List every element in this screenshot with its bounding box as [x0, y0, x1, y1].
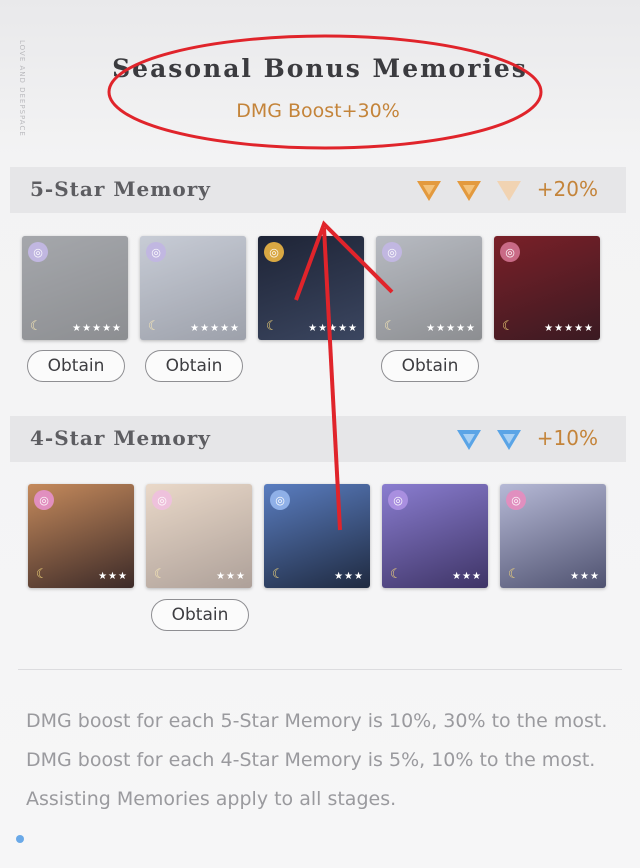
- four-star-label: 4-Star Memory: [30, 426, 211, 450]
- four-star-tier-icon-2: [497, 430, 521, 450]
- element-badge-icon: ◎: [506, 490, 526, 510]
- total-dmg-boost: DMG Boost+30%: [236, 100, 400, 122]
- four-star-memory-card[interactable]: ◎ ☾ ★★★: [500, 484, 606, 588]
- moon-icon: ☾: [154, 567, 166, 582]
- four-star-memory-card[interactable]: ◎ ☾ ★★★: [382, 484, 488, 588]
- element-badge-icon: ◎: [388, 490, 408, 510]
- description-line-1: DMG boost for each 5-Star Memory is 10%,…: [26, 710, 608, 771]
- element-badge-icon: ◎: [500, 242, 520, 262]
- element-badge-icon: ◎: [264, 242, 284, 262]
- obtain-button[interactable]: Obtain: [27, 350, 125, 382]
- rarity-stars: ★★★: [98, 571, 128, 582]
- four-star-header: 4-Star Memory +10%: [10, 416, 626, 462]
- five-star-tier-icon-1: [417, 181, 441, 201]
- element-badge-icon: ◎: [146, 242, 166, 262]
- moon-icon: ☾: [384, 319, 396, 334]
- description-line-2: Assisting Memories apply to all stages.: [26, 788, 397, 810]
- element-badge-icon: ◎: [28, 242, 48, 262]
- memory-portrait: [22, 236, 128, 340]
- five-star-header: 5-Star Memory +20%: [10, 167, 626, 213]
- memory-portrait: [140, 236, 246, 340]
- element-badge-icon: ◎: [382, 242, 402, 262]
- four-star-tier-icon-1: [457, 430, 481, 450]
- five-star-tier-icon-2: [457, 181, 481, 201]
- rarity-stars: ★★★: [452, 571, 482, 582]
- five-star-bonus: +20%: [536, 177, 598, 201]
- page-title: Seasonal Bonus Memories: [112, 54, 528, 83]
- five-star-memory-card[interactable]: ◎ ☾ ★★★★★: [140, 236, 246, 340]
- five-star-tier-icon-3: [497, 181, 521, 201]
- rarity-stars: ★★★★★: [190, 323, 240, 334]
- element-badge-icon: ◎: [34, 490, 54, 510]
- annotation-circle: [107, 34, 543, 150]
- obtain-button[interactable]: Obtain: [381, 350, 479, 382]
- moon-icon: ☾: [266, 319, 278, 334]
- rarity-stars: ★★★★★: [308, 323, 358, 334]
- five-star-memory-card[interactable]: ◎ ☾ ★★★★★: [258, 236, 364, 340]
- rarity-stars: ★★★★★: [426, 323, 476, 334]
- five-star-label: 5-Star Memory: [30, 177, 211, 201]
- four-star-memory-card[interactable]: ◎ ☾ ★★★: [264, 484, 370, 588]
- moon-icon: ☾: [30, 319, 42, 334]
- moon-icon: ☾: [148, 319, 160, 334]
- moon-icon: ☾: [36, 567, 48, 582]
- four-star-memory-card[interactable]: ◎ ☾ ★★★: [146, 484, 252, 588]
- bonus-panel: LOVE AND DEEPSPACE Seasonal Bonus Memori…: [0, 0, 640, 868]
- divider: [18, 669, 622, 670]
- description: DMG boost for each 5-Star Memory is 10%,…: [26, 702, 612, 819]
- rarity-stars: ★★★: [570, 571, 600, 582]
- scroll-indicator: [16, 835, 24, 843]
- moon-icon: ☾: [390, 567, 402, 582]
- five-star-memory-card[interactable]: ◎ ☾ ★★★★★: [376, 236, 482, 340]
- element-badge-icon: ◎: [152, 490, 172, 510]
- rarity-stars: ★★★: [216, 571, 246, 582]
- five-star-memory-card[interactable]: ◎ ☾ ★★★★★: [22, 236, 128, 340]
- rarity-stars: ★★★: [334, 571, 364, 582]
- five-star-memory-card[interactable]: ◎ ☾ ★★★★★: [494, 236, 600, 340]
- obtain-button[interactable]: Obtain: [145, 350, 243, 382]
- rarity-stars: ★★★★★: [72, 323, 122, 334]
- four-star-memory-card[interactable]: ◎ ☾ ★★★: [28, 484, 134, 588]
- four-star-bonus: +10%: [536, 426, 598, 450]
- element-badge-icon: ◎: [270, 490, 290, 510]
- memory-portrait: [376, 236, 482, 340]
- memory-portrait: [146, 484, 252, 588]
- moon-icon: ☾: [272, 567, 284, 582]
- obtain-button[interactable]: Obtain: [151, 599, 249, 631]
- moon-icon: ☾: [508, 567, 520, 582]
- rarity-stars: ★★★★★: [544, 323, 594, 334]
- moon-icon: ☾: [502, 319, 514, 334]
